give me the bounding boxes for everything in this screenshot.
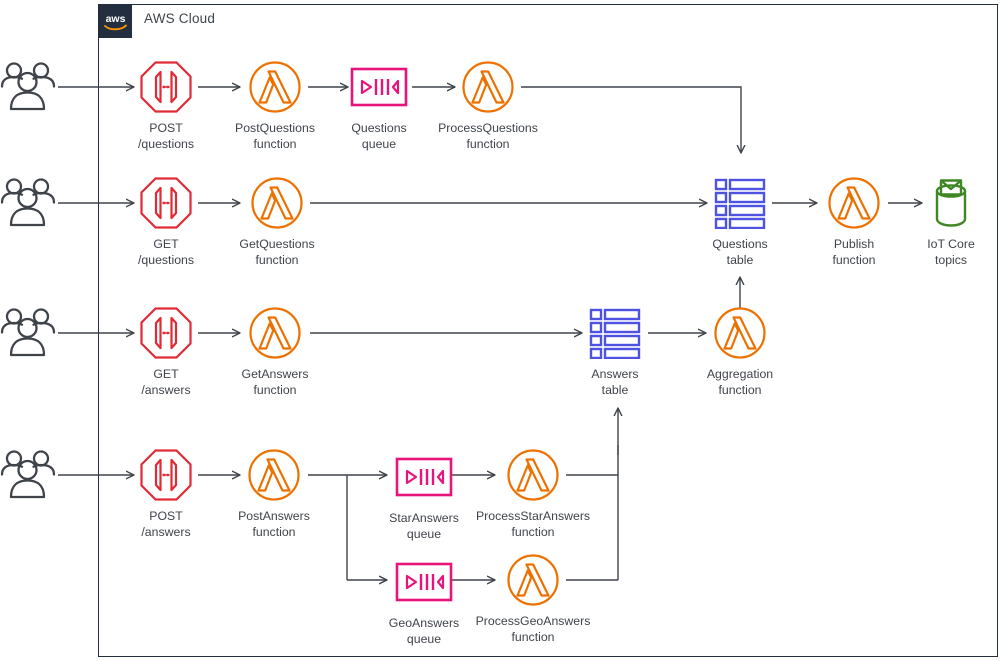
node-processstaranswers-lambda[interactable]: ProcessStarAnswers function — [473, 446, 593, 540]
architecture-diagram-canvas: aws AWS Cloud POST /questions PostQuesti… — [0, 0, 1002, 661]
lambda-icon — [217, 174, 337, 232]
node-label: GetAnswers function — [241, 367, 309, 397]
node-label: GeoAnswers queue — [388, 616, 460, 646]
node-label: ProcessGeoAnswers function — [475, 614, 591, 644]
api-gateway-icon — [106, 174, 226, 232]
node-label: PostAnswers function — [238, 509, 310, 539]
node-label: Questions table — [712, 237, 768, 267]
iot-core-icon — [891, 174, 1002, 232]
lambda-icon — [428, 58, 548, 116]
users-icon-row3 — [0, 306, 63, 363]
lambda-icon — [473, 446, 593, 504]
lambda-icon — [215, 304, 335, 362]
dynamodb-table-icon — [680, 174, 800, 232]
node-label: ProcessStarAnswers function — [475, 509, 591, 539]
node-label: Aggregation function — [706, 367, 774, 397]
node-label: Answers table — [591, 367, 639, 397]
users-icon-row2 — [0, 176, 63, 233]
node-staranswers-queue[interactable]: StarAnswers queue — [364, 448, 484, 542]
node-questions-queue[interactable]: Questions queue — [319, 58, 439, 152]
node-aggregation-lambda[interactable]: Aggregation function — [680, 304, 800, 398]
node-processquestions-lambda[interactable]: ProcessQuestions function — [428, 58, 548, 152]
node-postanswers-lambda[interactable]: PostAnswers function — [214, 446, 334, 540]
lambda-icon — [215, 58, 335, 116]
api-gateway-icon — [106, 446, 226, 504]
node-iot-core-topics[interactable]: IoT Core topics — [891, 174, 1002, 268]
node-label: GET /answers — [141, 367, 191, 397]
node-get-questions-api[interactable]: GET /questions — [106, 174, 226, 268]
lambda-icon — [680, 304, 800, 362]
node-geoanswers-queue[interactable]: GeoAnswers queue — [364, 553, 484, 647]
node-label: GetQuestions function — [239, 237, 315, 267]
dynamodb-table-icon — [555, 304, 675, 362]
node-post-answers-api[interactable]: POST /answers — [106, 446, 226, 540]
api-gateway-icon — [106, 58, 226, 116]
node-get-answers-api[interactable]: GET /answers — [106, 304, 226, 398]
node-answers-table[interactable]: Answers table — [555, 304, 675, 398]
node-postquestions-lambda[interactable]: PostQuestions function — [215, 58, 335, 152]
node-label: GET /questions — [137, 237, 195, 267]
sqs-queue-icon — [319, 58, 439, 116]
node-label: POST /answers — [141, 509, 191, 539]
users-icon-row1 — [0, 60, 63, 117]
node-label: StarAnswers queue — [389, 511, 459, 541]
node-label: POST /questions — [137, 121, 195, 151]
node-label: PostQuestions function — [235, 121, 315, 151]
connector-processquestions-to-questions-table — [521, 86, 741, 153]
node-questions-table[interactable]: Questions table — [680, 174, 800, 268]
node-label: IoT Core topics — [927, 237, 975, 267]
lambda-icon — [214, 446, 334, 504]
node-post-questions-api[interactable]: POST /questions — [106, 58, 226, 152]
node-processgeoanswers-lambda[interactable]: ProcessGeoAnswers function — [473, 551, 593, 645]
sqs-queue-icon — [364, 448, 484, 506]
api-gateway-icon — [106, 304, 226, 362]
node-getanswers-lambda[interactable]: GetAnswers function — [215, 304, 335, 398]
users-icon-row4 — [0, 448, 63, 505]
sqs-queue-icon — [364, 553, 484, 611]
node-getquestions-lambda[interactable]: GetQuestions function — [217, 174, 337, 268]
lambda-icon — [473, 551, 593, 609]
node-label: Questions queue — [351, 121, 407, 151]
node-label: ProcessQuestions function — [438, 121, 538, 151]
